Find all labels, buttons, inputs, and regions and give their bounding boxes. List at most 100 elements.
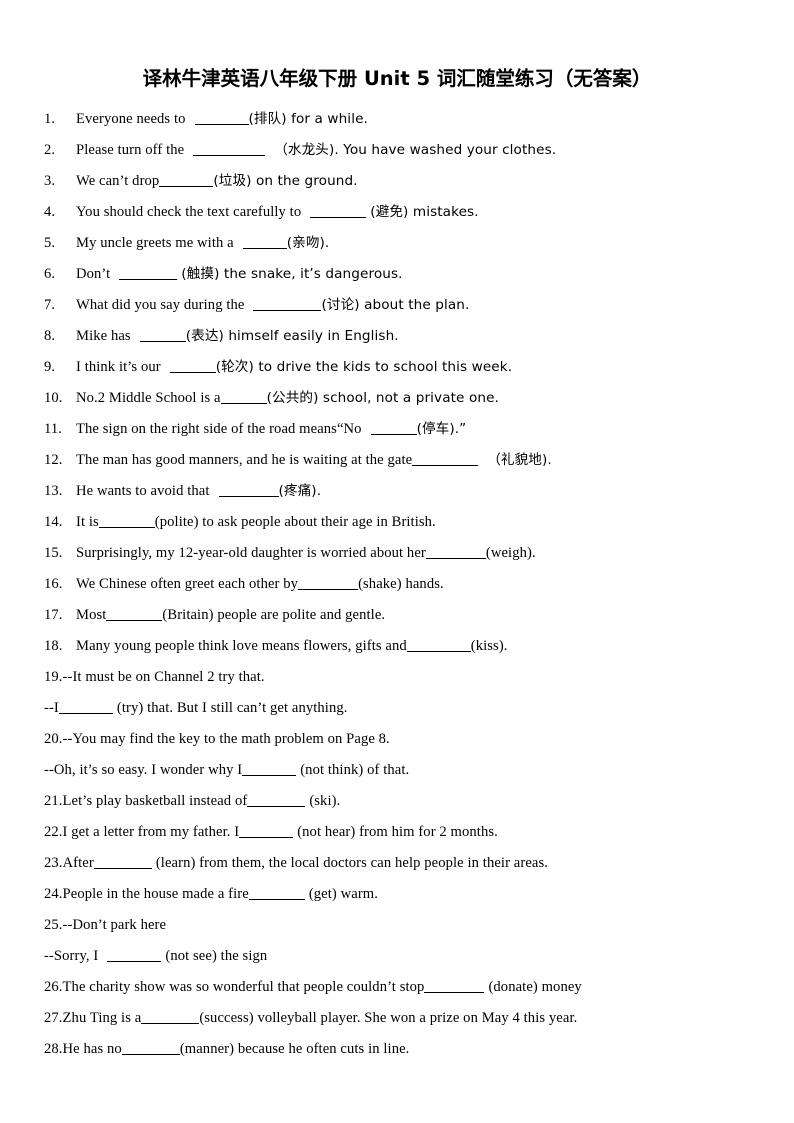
question-text-after-blank: (停车).” — [416, 421, 467, 437]
question-text-after-blank: (weigh). — [485, 545, 536, 561]
question-number: 2. — [44, 142, 56, 158]
answer-blank[interactable] — [247, 792, 306, 807]
answer-blank[interactable] — [121, 1040, 180, 1055]
page-title: 译林牛津英语八年级下册 Unit 5 词汇随堂练习（无答案） — [0, 66, 794, 93]
answer-blank[interactable] — [141, 1009, 200, 1024]
question-text-before-blank: He wants to avoid that — [76, 483, 210, 499]
question-text-after-blank: (try) that. But I still can’t get anythi… — [116, 700, 348, 716]
answer-blank[interactable] — [310, 203, 367, 218]
answer-blank[interactable] — [239, 823, 294, 838]
question-text-before-blank: I get a letter from my father. I — [62, 824, 240, 840]
question-number: 26. — [44, 979, 63, 995]
question-text-after-blank: (疼痛). — [278, 483, 322, 499]
answer-blank[interactable] — [242, 761, 297, 776]
question-line: --Oh, it’s so easy. I wonder why I (not t… — [44, 755, 754, 786]
answer-blank[interactable] — [119, 265, 178, 280]
answer-blank[interactable] — [370, 420, 417, 435]
question-line: 1. Everyone needs to (排队) for a while. — [44, 104, 754, 135]
question-line: 17. Most (Britain) people are polite and g… — [44, 600, 754, 631]
question-text-after-blank: (触摸) the snake, it’s dangerous. — [181, 266, 403, 282]
question-text-after-blank: (讨论) about the plan. — [321, 297, 470, 313]
question-text-after-blank: (success) volleyball player. She won a p… — [199, 1010, 578, 1026]
question-text-before-blank: --Don’t park here — [62, 917, 167, 933]
document-page: 译林牛津英语八年级下册 Unit 5 词汇随堂练习（无答案） 1. Everyon… — [0, 0, 794, 1123]
question-line: 2. Please turn off the （水龙头). You have was… — [44, 135, 754, 166]
question-line: 10. No.2 Middle School is a (公共的) school, … — [44, 383, 754, 414]
question-number: 11. — [44, 421, 63, 437]
page-title-text: 译林牛津英语八年级下册 Unit 5 词汇随堂练习（无答案） — [142, 67, 652, 90]
question-number: 23. — [44, 855, 63, 871]
question-number: 16. — [44, 576, 63, 592]
question-text-after-blank: (垃圾) on the ground. — [213, 173, 358, 189]
question-text-before-blank: The man has good manners, and he is wait… — [76, 452, 413, 468]
answer-blank[interactable] — [98, 513, 155, 528]
question-number: 14. — [44, 514, 63, 530]
question-text-before-blank: --Sorry, I — [44, 948, 99, 964]
question-text-before-blank: Zhu Ting is a — [62, 1010, 142, 1026]
question-text-before-blank: --You may find the key to the math probl… — [62, 731, 390, 747]
answer-blank[interactable] — [193, 141, 266, 156]
question-text-after-blank: (learn) from them, the local doctors can… — [155, 855, 549, 871]
answer-blank[interactable] — [169, 358, 216, 373]
question-text-after-blank: (manner) because he often cuts in line. — [179, 1041, 410, 1057]
answer-blank[interactable] — [106, 606, 163, 621]
question-line: 8. Mike has (表达) himself easily in English… — [44, 321, 754, 352]
answer-blank[interactable] — [406, 637, 471, 652]
answer-blank[interactable] — [253, 296, 322, 311]
answer-blank[interactable] — [424, 978, 485, 993]
question-line: 11. The sign on the right side of the roa… — [44, 414, 754, 445]
question-number: 22. — [44, 824, 63, 840]
exercise-list: 1. Everyone needs to (排队) for a while. 2. Pl… — [44, 104, 754, 1065]
question-text-before-blank: The charity show was so wonderful that p… — [62, 979, 425, 995]
question-number: 9. — [44, 359, 56, 375]
question-text-before-blank: Let’s play basketball instead of — [62, 793, 248, 809]
question-text-after-blank: (shake) hands. — [358, 576, 444, 592]
question-text-after-blank: (公共的) school, not a private one. — [266, 390, 499, 406]
question-number: 28. — [44, 1041, 63, 1057]
question-number: 18. — [44, 638, 63, 654]
answer-blank[interactable] — [93, 854, 152, 869]
question-number: 17. — [44, 607, 63, 623]
question-text-after-blank: （水龙头). You have washed your clothes. — [274, 142, 557, 158]
answer-blank[interactable] — [194, 110, 249, 125]
question-text-before-blank: People in the house made a fire — [62, 886, 249, 902]
question-text-after-blank: (not think) of that. — [300, 762, 410, 778]
answer-blank[interactable] — [425, 544, 486, 559]
question-text-before-blank: I think it’s our — [76, 359, 161, 375]
answer-blank[interactable] — [220, 389, 267, 404]
answer-blank[interactable] — [248, 885, 305, 900]
question-number: 6. — [44, 266, 56, 282]
question-line: 25.--Don’t park here — [44, 910, 754, 941]
answer-blank[interactable] — [298, 575, 359, 590]
question-number: 1. — [44, 111, 56, 127]
question-line: 27.Zhu Ting is a (success) volleyball pla… — [44, 1003, 754, 1034]
answer-blank[interactable] — [159, 172, 214, 187]
question-text-after-blank: (get) warm. — [308, 886, 379, 902]
question-text-after-blank: (polite) to ask people about their age i… — [154, 514, 436, 530]
answer-blank[interactable] — [139, 327, 186, 342]
question-number: 27. — [44, 1010, 63, 1026]
question-text-after-blank: (donate) money — [488, 979, 582, 995]
question-line: 7. What did you say during the (讨论) about … — [44, 290, 754, 321]
question-number: 12. — [44, 452, 63, 468]
question-text-before-blank: --It must be on Channel 2 try that. — [62, 669, 265, 685]
answer-blank[interactable] — [242, 234, 287, 249]
question-line: 3. We can’t drop (垃圾) on the ground. — [44, 166, 754, 197]
question-number: 15. — [44, 545, 63, 561]
answer-blank[interactable] — [107, 947, 162, 962]
question-text-before-blank: --Oh, it’s so easy. I wonder why I — [44, 762, 243, 778]
question-line: 26.The charity show was so wonderful tha… — [44, 972, 754, 1003]
question-line: 28.He has no (manner) because he often cu… — [44, 1034, 754, 1065]
question-number: 7. — [44, 297, 56, 313]
question-text-after-blank: (亲吻). — [286, 235, 330, 251]
question-text-after-blank: (kiss). — [470, 638, 508, 654]
question-line: 6. Don’t (触摸) the snake, it’s dangerous. — [44, 259, 754, 290]
answer-blank[interactable] — [412, 451, 479, 466]
answer-blank[interactable] — [218, 482, 279, 497]
question-number: 19. — [44, 669, 63, 685]
question-text-after-blank: (Britain) people are polite and gentle. — [162, 607, 386, 623]
question-number: 20. — [44, 731, 63, 747]
question-text-before-blank: --I — [44, 700, 59, 716]
question-text-after-blank: (ski). — [309, 793, 341, 809]
answer-blank[interactable] — [58, 699, 113, 714]
